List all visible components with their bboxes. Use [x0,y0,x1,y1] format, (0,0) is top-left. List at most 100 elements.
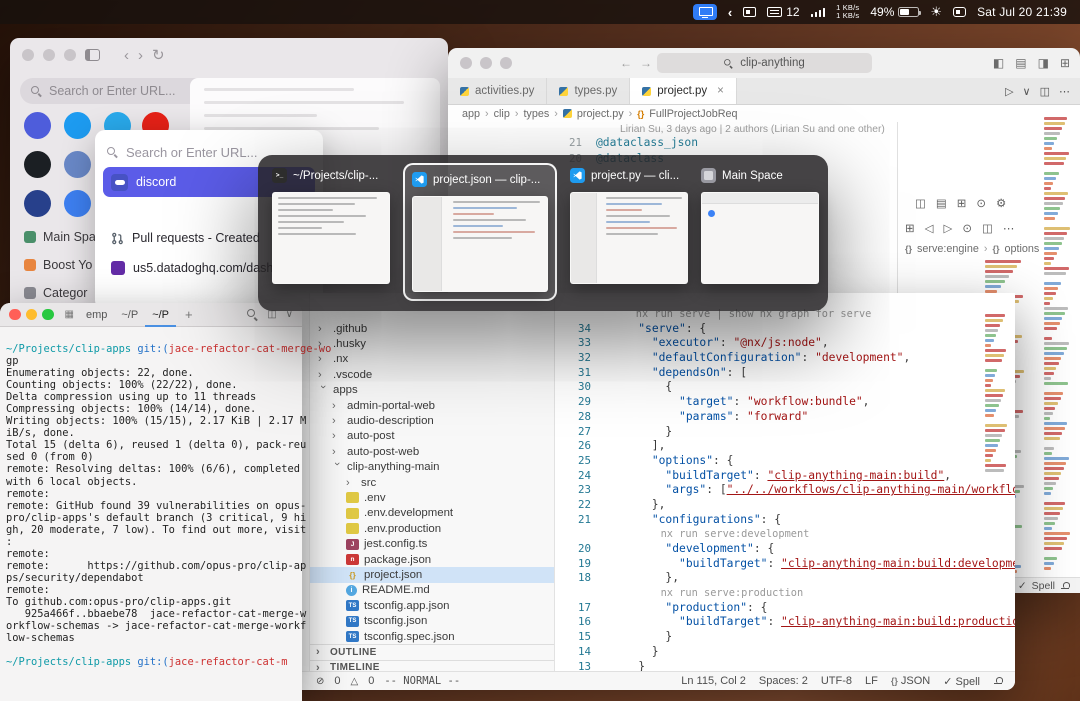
check-app-icon[interactable] [24,190,51,217]
zoom-button[interactable] [64,49,76,61]
sidebar-item-boost[interactable]: Boost Yo [24,258,92,272]
breadcrumb-item[interactable]: FullProjectJobReq [649,108,737,120]
window-thumbnail[interactable] [701,192,819,284]
breadcrumb[interactable]: app›clip›types›project.py›{}FullProjectJ… [448,105,1080,122]
explorer-item-.env.production[interactable]: .env.production [310,521,554,536]
tab-activities.py[interactable]: activities.py [448,78,547,104]
window-thumbnail[interactable] [272,192,390,284]
sidebar-item-main-space[interactable]: Main Spa [24,230,96,244]
json-editor[interactable]: nx run serve | show nx graph for serve34… [555,293,1015,671]
spell-status[interactable]: Spell [1032,580,1055,592]
terminal-output[interactable]: ~/Projects/clip-apps git:(jace-refactor-… [0,327,302,668]
timeline-section[interactable]: › TIMELINE [310,660,554,671]
screen-mirroring-icon[interactable] [693,4,717,20]
explorer-item-clip-anything-main[interactable]: ›clip-anything-main [310,460,554,475]
new-tab-icon[interactable]: + [181,307,197,322]
sidebar-item-category[interactable]: Categor [24,286,87,300]
signal-icon[interactable] [811,7,826,17]
breadcrumb-item[interactable]: serve:engine [917,243,979,255]
errors-icon[interactable]: ⊘ [316,676,324,687]
split-icon[interactable]: ◫ [915,196,926,210]
window-thumbnail[interactable] [412,196,548,292]
display-icon[interactable] [953,7,966,17]
more-actions-icon[interactable]: ⋯ [1059,85,1070,98]
warnings-count[interactable]: 0 [368,675,374,687]
switcher-window-0[interactable]: >_~/Projects/clip-... [272,165,390,284]
terminal-tab-1[interactable]: ~/P [114,303,145,327]
breadcrumb-item[interactable]: project.py [577,108,624,120]
eol[interactable]: LF [865,675,878,687]
collapse-chevron-icon[interactable]: ‹ [728,5,732,20]
puzzle-app-icon[interactable] [64,190,91,217]
brightness-icon[interactable]: ☀ [930,4,942,20]
keyboard-status[interactable]: 12 [767,5,799,19]
split-editor-icon[interactable]: ◫ [1040,85,1050,98]
close-button[interactable] [9,309,21,321]
more-actions-icon[interactable]: ⋯ [1003,221,1015,235]
explorer-item-.vscode[interactable]: ›.vscode [310,367,554,382]
window-manager-icon[interactable] [743,7,756,17]
explorer-item-project.json[interactable]: {}project.json [310,567,554,582]
zoom-button[interactable] [42,309,54,321]
grid-icon[interactable]: ⊞ [957,196,967,210]
explorer-item-.github[interactable]: ›.github [310,321,554,336]
twitter-app-icon[interactable] [64,112,91,139]
history-nav-icons[interactable]: ←→ [620,56,660,70]
gear-app-icon[interactable] [64,151,91,178]
back-icon[interactable]: ‹ [124,47,129,64]
breadcrumb-item[interactable]: clip [494,108,510,120]
spell-status[interactable]: ✓ Spell [943,675,980,688]
explorer-item-auto-post-web[interactable]: ›auto-post-web [310,444,554,459]
menu-bar-clock[interactable]: Sat Jul 20 21:39 [977,5,1067,19]
panel-bottom-icon[interactable]: ▤ [1015,56,1026,70]
sidebar-toggle-icon[interactable] [85,49,100,61]
minimize-button[interactable] [43,49,55,61]
explorer-item-audio-description[interactable]: ›audio-description [310,413,554,428]
cursor-position[interactable]: Ln 115, Col 2 [681,675,746,687]
minimap[interactable] [1044,112,1077,574]
customize-layout-icon[interactable]: ⊞ [1060,56,1070,70]
minimize-button[interactable] [26,309,38,321]
outline-section[interactable]: › OUTLINE [310,644,554,659]
explorer-item-admin-portal-web[interactable]: ›admin-portal-web [310,398,554,413]
explorer-item-.env.development[interactable]: .env.development [310,506,554,521]
battery-status[interactable]: 49% [870,5,919,19]
indentation[interactable]: Spaces: 2 [759,675,808,687]
panel-left-icon[interactable]: ◧ [993,56,1004,70]
switcher-window-3[interactable]: Main Space [701,165,819,284]
search-icon[interactable] [247,309,258,320]
encoding[interactable]: UTF-8 [821,675,852,687]
explorer-item-README.md[interactable]: iREADME.md [310,583,554,598]
run-icon[interactable]: ▷ [944,221,953,235]
explorer-item-tsconfig.json[interactable]: TStsconfig.json [310,613,554,628]
zoom-button[interactable] [500,57,512,69]
switcher-window-2[interactable]: project.py — cli... [570,165,688,284]
sync-icon[interactable]: ⊙ [962,221,972,235]
github-app-icon[interactable] [24,151,51,178]
notifications-bell-icon[interactable] [993,676,1003,686]
explorer-item-.nx[interactable]: ›.nx [310,352,554,367]
forward-icon[interactable]: › [138,47,143,64]
explorer-item-tsconfig.app.json[interactable]: TStsconfig.app.json [310,598,554,613]
explorer-item-package.json[interactable]: npackage.json [310,552,554,567]
breadcrumb-item[interactable]: types [523,108,549,120]
warnings-icon[interactable]: △ [351,676,359,687]
explorer-item-auto-post[interactable]: ›auto-post [310,429,554,444]
minimap[interactable] [985,309,1013,481]
account-icon[interactable]: ⊙ [976,196,986,210]
discord-app-icon[interactable] [24,112,51,139]
run-python-icon[interactable]: ▷ [1005,85,1013,98]
terminal-tab-0[interactable]: emp [79,303,114,327]
window-thumbnail[interactable] [570,192,688,284]
terminal-tab-2[interactable]: ~/P [145,303,176,327]
tab-project.py[interactable]: project.py× [630,78,737,104]
close-button[interactable] [460,57,472,69]
run-dropdown-icon[interactable]: ∨ [1023,85,1031,98]
explorer-item-jest.config.ts[interactable]: Jjest.config.ts [310,536,554,551]
back-icon[interactable]: ◁ [925,221,934,235]
explorer-item-apps[interactable]: ›apps [310,383,554,398]
errors-count[interactable]: 0 [334,675,340,687]
network-speed[interactable]: 1 KB/s1 KB/s [836,4,859,20]
grid-icon[interactable]: ⊞ [905,221,915,235]
explorer-item-.husky[interactable]: ›.husky [310,336,554,351]
